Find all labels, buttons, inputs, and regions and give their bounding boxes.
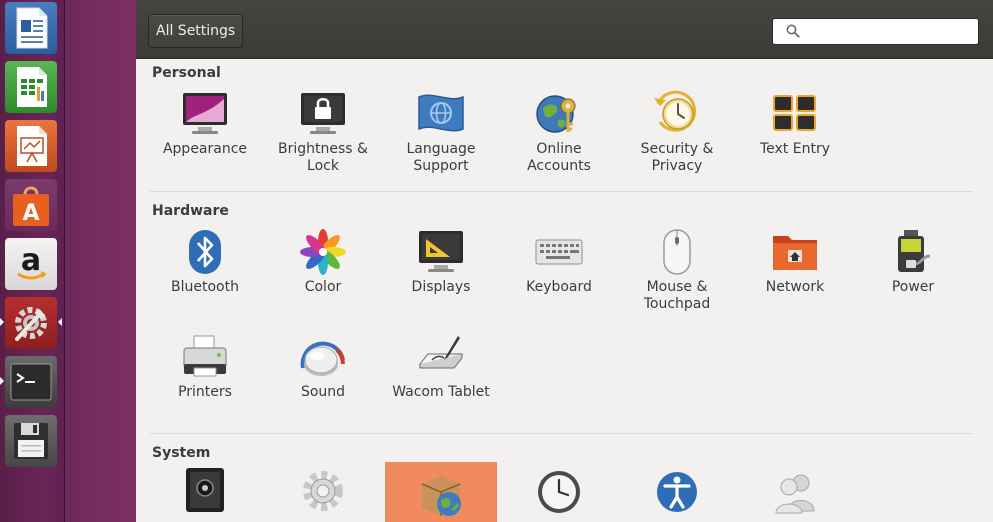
launcher-amazon[interactable]: a — [5, 238, 57, 290]
settings-item-label: Brightness & Lock — [278, 141, 368, 174]
settings-item-sound[interactable]: Sound — [267, 330, 379, 401]
battery-power-icon — [898, 230, 931, 272]
accessibility-icon — [657, 472, 697, 512]
launcher-save[interactable] — [5, 415, 57, 467]
settings-item-network[interactable]: Network — [739, 225, 851, 296]
system-settings-window: All Settings Personal Appearance Brightn… — [136, 0, 993, 522]
launcher: A a — [0, 0, 65, 522]
section-divider — [150, 433, 973, 434]
settings-item-label: Color — [304, 279, 342, 295]
impress-icon — [17, 126, 47, 166]
settings-item-details[interactable] — [267, 463, 379, 517]
settings-item-power[interactable]: Power — [857, 225, 969, 296]
printer-icon — [183, 335, 227, 377]
displays-icon — [419, 231, 463, 272]
settings-item-online-accounts[interactable]: Online Accounts — [503, 87, 615, 175]
settings-item-label: Printers — [178, 384, 232, 400]
software-updates-icon — [421, 476, 461, 516]
settings-item-brightness-lock[interactable]: Brightness & Lock — [267, 87, 379, 175]
settings-item-security-privacy[interactable]: Security & Privacy — [621, 87, 733, 175]
language-flag-icon — [418, 94, 464, 132]
settings-item-text-entry[interactable]: Text Entry — [739, 87, 851, 158]
security-privacy-icon — [654, 90, 697, 132]
search-box[interactable] — [772, 18, 979, 45]
svg-text:A: A — [22, 201, 39, 226]
wacom-tablet-icon — [418, 336, 464, 369]
desktop-wallpaper — [65, 0, 136, 522]
settings-item-label: Language Support — [406, 141, 476, 174]
calc-icon — [17, 67, 47, 107]
settings-item-label: Wacom Tablet — [392, 384, 490, 400]
settings-item-color[interactable]: Color — [267, 225, 379, 296]
keyboard-icon — [535, 239, 583, 265]
amazon-icon: a — [17, 243, 47, 280]
settings-item-appearance[interactable]: Appearance — [149, 87, 261, 158]
settings-item-label: Power — [891, 279, 935, 295]
network-folder-icon — [773, 236, 817, 270]
launcher-calc[interactable] — [5, 61, 57, 113]
launcher-terminal[interactable] — [5, 356, 57, 408]
color-flower-icon — [300, 229, 346, 275]
terminal-icon — [10, 363, 52, 401]
all-settings-button[interactable]: All Settings — [148, 14, 244, 48]
mouse-icon — [663, 229, 691, 275]
settings-item-label: Bluetooth — [171, 279, 239, 295]
settings-item-mouse-touchpad[interactable]: Mouse & Touchpad — [621, 225, 733, 313]
clock-icon — [538, 471, 580, 513]
launcher-pip-right — [58, 318, 62, 326]
section-title-hardware: Hardware — [152, 203, 229, 219]
settings-item-user-accounts[interactable] — [739, 463, 851, 517]
launcher-software-center[interactable]: A — [5, 179, 57, 231]
gear-icon — [303, 471, 343, 511]
settings-item-label: Text Entry — [759, 141, 830, 157]
safe-icon — [186, 468, 224, 512]
svg-text:a: a — [21, 243, 41, 278]
launcher-writer[interactable] — [5, 2, 57, 54]
search-input[interactable] — [805, 22, 974, 42]
search-icon — [786, 24, 800, 38]
settings-item-label: Keyboard — [526, 279, 592, 295]
online-accounts-icon — [536, 95, 576, 133]
section-title-personal: Personal — [152, 65, 221, 81]
floppy-disk-icon — [14, 423, 48, 459]
launcher-system-settings[interactable] — [5, 297, 57, 349]
settings-item-bluetooth[interactable]: Bluetooth — [149, 225, 261, 296]
settings-item-label: Online Accounts — [527, 141, 591, 174]
text-entry-icon — [773, 95, 816, 131]
settings-item-universal-access[interactable] — [621, 463, 733, 517]
launcher-impress[interactable] — [5, 120, 57, 172]
settings-item-software-updates[interactable] — [385, 462, 497, 522]
settings-item-label: Appearance — [162, 141, 248, 157]
settings-item-label: Mouse & Touchpad — [643, 279, 711, 312]
settings-item-displays[interactable]: Displays — [385, 225, 497, 296]
toolbar: All Settings — [136, 0, 993, 59]
settings-item-keyboard[interactable]: Keyboard — [503, 225, 615, 296]
settings-item-wacom-tablet[interactable]: Wacom Tablet — [385, 330, 497, 401]
settings-item-label: Security & Privacy — [640, 141, 714, 174]
settings-item-backups[interactable] — [149, 463, 261, 517]
writer-icon — [16, 7, 48, 49]
appearance-icon — [183, 93, 227, 134]
settings-item-time-date[interactable] — [503, 463, 615, 517]
settings-item-label: Network — [765, 279, 825, 295]
settings-tools-icon — [15, 307, 47, 341]
section-title-system: System — [152, 445, 211, 461]
users-icon — [775, 474, 815, 514]
brightness-lock-icon — [301, 93, 345, 134]
bluetooth-icon — [189, 230, 221, 274]
launcher-pip-terminal — [0, 377, 4, 385]
settings-item-label: Displays — [411, 279, 471, 295]
launcher-pip-left — [0, 318, 4, 326]
settings-item-language-support[interactable]: Language Support — [385, 87, 497, 175]
settings-item-printers[interactable]: Printers — [149, 330, 261, 401]
shopping-bag-icon: A — [13, 186, 49, 226]
sound-knob-icon — [300, 341, 345, 376]
settings-item-label: Sound — [300, 384, 346, 400]
section-divider — [150, 191, 973, 192]
